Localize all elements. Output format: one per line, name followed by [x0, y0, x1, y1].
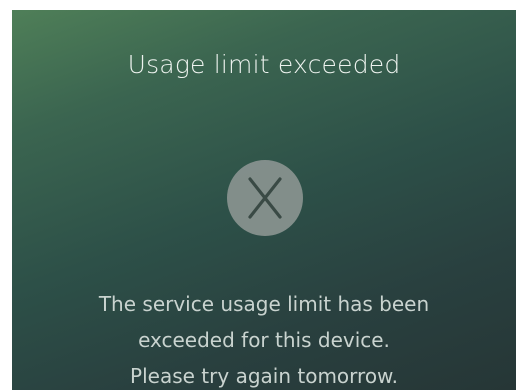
message-line-3: Please try again tomorrow.: [130, 364, 398, 388]
message-line-1: The service usage limit has been: [98, 292, 430, 316]
dialog-title: Usage limit exceeded: [127, 50, 401, 79]
message-line-2: exceeded for this device.: [138, 328, 390, 352]
dialog-message: The service usage limit has been exceede…: [12, 286, 516, 390]
usage-limit-dialog: Usage limit exceeded The service usage l…: [12, 10, 516, 390]
error-x-circle-icon: [226, 159, 304, 237]
